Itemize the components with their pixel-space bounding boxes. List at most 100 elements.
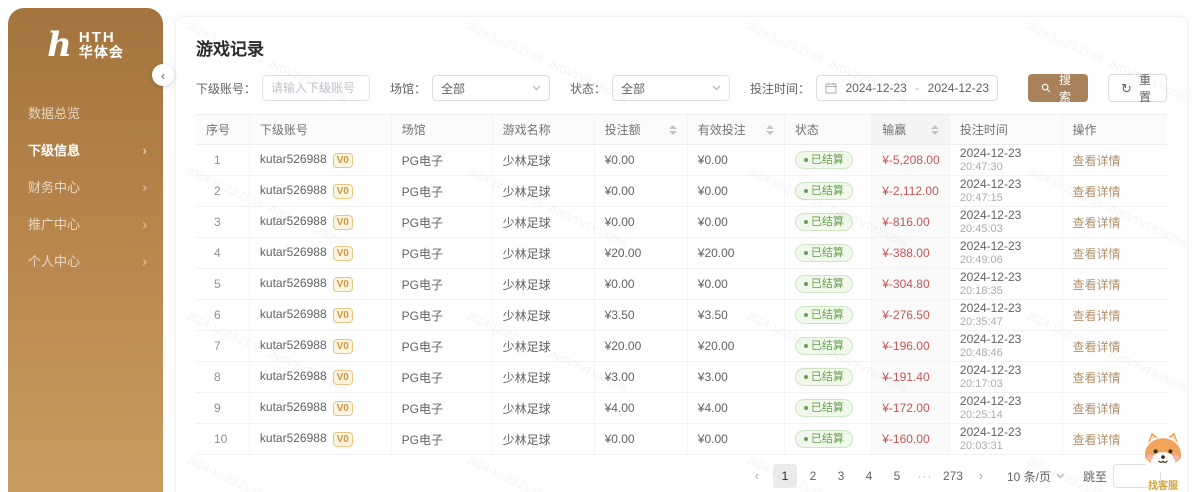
bet-time: 20:25:14 <box>960 409 1052 421</box>
sidebar-item-promotion[interactable]: 推广中心› <box>8 205 163 242</box>
cell-action: 查看详情 <box>1062 238 1167 269</box>
customer-service-mascot[interactable]: 找客服 <box>1134 430 1192 492</box>
cell-game: 少林足球 <box>492 207 594 238</box>
sidebar-item-overview[interactable]: 数据总览 <box>8 94 163 131</box>
cell-status: 已结算 <box>784 269 871 300</box>
cell-game: 少林足球 <box>492 269 594 300</box>
pagination-page-3[interactable]: 3 <box>829 464 853 488</box>
pagination-page-5[interactable]: 5 <box>885 464 909 488</box>
cell-winloss: ¥-160.00 <box>872 424 950 455</box>
status-badge: 已结算 <box>795 306 853 324</box>
pagination: ‹12345···273›10 条/页跳至 <box>196 464 1167 488</box>
chevron-down-icon <box>712 85 721 91</box>
bet-date: 2024-12-23 <box>960 364 1052 377</box>
date-range-picker[interactable]: 2024-12-23 - 2024-12-23 <box>816 75 998 101</box>
column-header-winloss[interactable]: 输赢 <box>872 115 950 145</box>
view-details-link[interactable]: 查看详情 <box>1073 216 1121 230</box>
column-header-valid[interactable]: 有效投注 <box>687 115 784 145</box>
cell-time: 2024-12-2320:47:15 <box>949 176 1062 207</box>
cell-winloss: ¥-2,112.00 <box>872 176 950 207</box>
view-details-link[interactable]: 查看详情 <box>1073 309 1121 323</box>
cell-winloss: ¥-5,208.00 <box>872 145 950 176</box>
column-header-game: 游戏名称 <box>492 115 594 145</box>
table-row: 8kutar526988V0PG电子少林足球¥3.00¥3.00已结算¥-191… <box>196 362 1167 393</box>
cell-account: kutar526988V0 <box>249 176 391 207</box>
cell-index: 8 <box>196 362 249 393</box>
bet-time: 20:17:03 <box>960 378 1052 390</box>
bet-time-filter-label: 投注时间： <box>750 80 810 97</box>
status-select[interactable]: 全部 <box>612 75 730 101</box>
view-details-link[interactable]: 查看详情 <box>1073 340 1121 354</box>
sort-icon[interactable] <box>669 125 677 135</box>
status-dot-icon <box>804 158 808 162</box>
pagination-page-2[interactable]: 2 <box>801 464 825 488</box>
table-row: 1kutar526988V0PG电子少林足球¥0.00¥0.00已结算¥-5,2… <box>196 145 1167 176</box>
sort-icon[interactable] <box>766 125 774 135</box>
search-button[interactable]: 搜索 <box>1028 74 1088 102</box>
cell-valid: ¥0.00 <box>687 269 784 300</box>
view-details-link[interactable]: 查看详情 <box>1073 371 1121 385</box>
column-header-inner: 投注时间 <box>960 121 1052 138</box>
cell-account: kutar526988V0 <box>249 145 391 176</box>
account-name: kutar526988 <box>260 183 327 197</box>
vip-level-badge: V0 <box>333 277 353 292</box>
view-details-link[interactable]: 查看详情 <box>1073 433 1121 447</box>
status-dot-icon <box>804 344 808 348</box>
column-header-bet[interactable]: 投注额 <box>594 115 687 145</box>
pagination-next-button[interactable]: › <box>969 464 993 488</box>
cell-game: 少林足球 <box>492 176 594 207</box>
cell-index: 7 <box>196 331 249 362</box>
venue-select[interactable]: 全部 <box>432 75 550 101</box>
cell-valid: ¥0.00 <box>687 145 784 176</box>
status-dot-icon <box>804 406 808 410</box>
cell-action: 查看详情 <box>1062 300 1167 331</box>
chevron-left-icon: ‹ <box>161 69 165 82</box>
cell-game: 少林足球 <box>492 331 594 362</box>
reset-button[interactable]: ↻ 重置 <box>1108 74 1167 102</box>
view-details-link[interactable]: 查看详情 <box>1073 154 1121 168</box>
sidebar-item-subordinate[interactable]: 下级信息› <box>8 131 163 168</box>
cell-venue: PG电子 <box>391 362 492 393</box>
cell-time: 2024-12-2320:35:47 <box>949 300 1062 331</box>
column-header-index: 序号 <box>196 115 249 145</box>
account-name: kutar526988 <box>260 152 327 166</box>
sidebar-item-finance[interactable]: 财务中心› <box>8 168 163 205</box>
cell-venue: PG电子 <box>391 176 492 207</box>
status-badge: 已结算 <box>795 337 853 355</box>
pagination-page-273[interactable]: 273 <box>941 464 965 488</box>
caret-down-icon <box>669 131 677 135</box>
cell-index: 4 <box>196 238 249 269</box>
cell-winloss: ¥-304.80 <box>872 269 950 300</box>
cell-account: kutar526988V0 <box>249 207 391 238</box>
view-details-link[interactable]: 查看详情 <box>1073 402 1121 416</box>
pagination-ellipsis[interactable]: ··· <box>913 464 937 488</box>
sidebar-collapse-button[interactable]: ‹ <box>152 64 174 86</box>
cell-winloss: ¥-388.00 <box>872 238 950 269</box>
pagination-page-4[interactable]: 4 <box>857 464 881 488</box>
cell-bet: ¥0.00 <box>594 145 687 176</box>
pagination-prev-button[interactable]: ‹ <box>745 464 769 488</box>
column-header-action: 操作 <box>1062 115 1167 145</box>
venue-select-value: 全部 <box>441 80 465 97</box>
column-header-label: 操作 <box>1073 121 1097 138</box>
status-dot-icon <box>804 313 808 317</box>
cell-status: 已结算 <box>784 362 871 393</box>
view-details-link[interactable]: 查看详情 <box>1073 278 1121 292</box>
account-name: kutar526988 <box>260 431 327 445</box>
column-header-inner: 有效投注 <box>698 121 774 138</box>
account-name: kutar526988 <box>260 400 327 414</box>
sidebar-item-personal[interactable]: 个人中心› <box>8 242 163 279</box>
view-details-link[interactable]: 查看详情 <box>1073 247 1121 261</box>
page-size-select[interactable]: 10 条/页 <box>1007 468 1065 485</box>
pagination-page-1[interactable]: 1 <box>773 464 797 488</box>
chevron-down-icon <box>1056 473 1065 479</box>
status-badge-label: 已结算 <box>811 246 844 260</box>
status-dot-icon <box>804 251 808 255</box>
cell-valid: ¥20.00 <box>687 238 784 269</box>
vip-level-badge: V0 <box>333 401 353 416</box>
account-input[interactable] <box>262 75 370 101</box>
cell-bet: ¥4.00 <box>594 393 687 424</box>
sort-icon[interactable] <box>931 125 939 135</box>
cell-status: 已结算 <box>784 331 871 362</box>
view-details-link[interactable]: 查看详情 <box>1073 185 1121 199</box>
